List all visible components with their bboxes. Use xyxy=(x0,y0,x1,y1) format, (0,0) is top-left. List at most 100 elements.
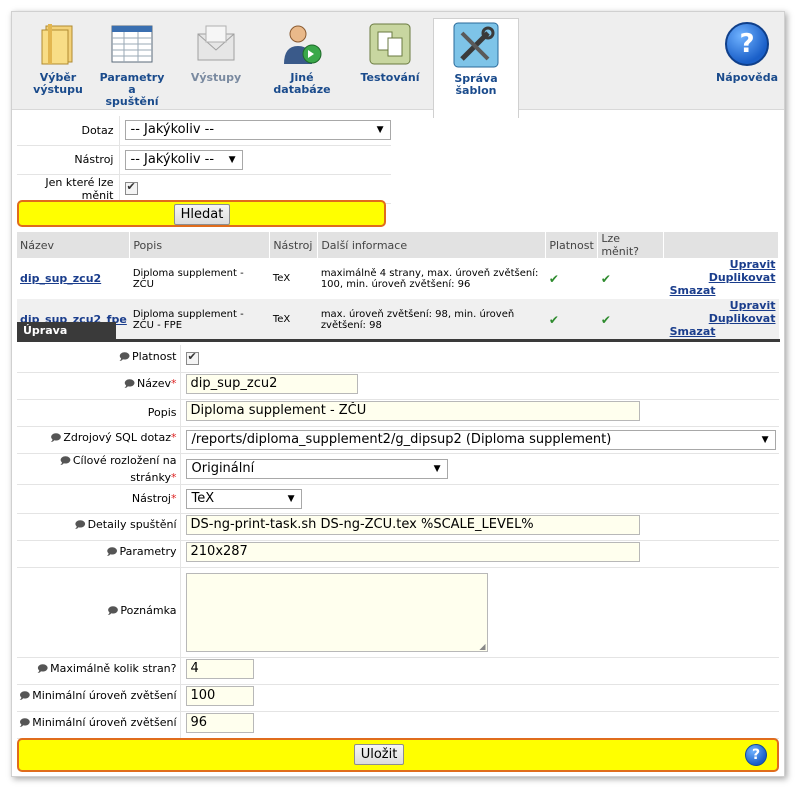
duplicate-link[interactable]: Duplikovat xyxy=(709,312,776,325)
comment-icon: 🗩 xyxy=(37,664,49,675)
parametry-label: Parametry xyxy=(119,545,177,558)
required-marker: * xyxy=(171,431,177,444)
app-frame: Výběr výstupu Parametry a spuštění Výstu… xyxy=(11,11,785,777)
dropdown-arrow-icon: ▼ xyxy=(761,434,769,445)
detaily-input[interactable]: DS-ng-print-task.sh DS-ng-ZCU.tex %SCALE… xyxy=(185,515,640,535)
top-nav: Výběr výstupu Parametry a spuštění Výstu… xyxy=(12,12,784,118)
nastroj-select[interactable]: TeX ▼ xyxy=(185,488,302,509)
dotaz-label: Dotaz xyxy=(17,116,119,146)
row-info: maximálně 4 strany, max. úroveň zvětšení… xyxy=(317,258,546,299)
popis-label: Popis xyxy=(147,406,177,419)
sql-select[interactable]: /reports/diploma_supplement2/g_dipsup2 (… xyxy=(185,429,776,450)
nastroj-label: Nástroj xyxy=(131,492,171,505)
layout-select[interactable]: Originální ▼ xyxy=(185,458,448,479)
help-icon: ? xyxy=(725,22,769,66)
search-button[interactable]: Hledat xyxy=(174,204,230,225)
comment-icon: 🗩 xyxy=(19,691,31,702)
envelope-icon xyxy=(197,25,235,61)
section-divider xyxy=(17,339,780,342)
nastroj-select[interactable]: -- Jakýkoliv -- ▼ xyxy=(124,149,243,170)
row-popis: Diploma supplement - ZČU xyxy=(129,258,270,299)
nav-napoveda[interactable]: ? Nápověda xyxy=(712,12,782,110)
check-icon: ✔ xyxy=(600,312,611,327)
min-zoom-input[interactable]: 100 xyxy=(185,686,254,706)
duplicate-link[interactable]: Duplikovat xyxy=(709,271,776,284)
required-marker: * xyxy=(171,470,177,484)
parametry-input[interactable]: 210x287 xyxy=(185,542,640,562)
max-pages-input[interactable]: 4 xyxy=(185,659,254,679)
check-icon: ✔ xyxy=(600,271,611,286)
nazev-label: Název xyxy=(136,377,171,390)
min-zoom-label: Minimální úroveň zvětšení xyxy=(32,716,177,729)
help-icon[interactable]: ? xyxy=(745,744,767,766)
results-table: Název Popis Nástroj Další informace Plat… xyxy=(17,232,779,340)
dotaz-select[interactable]: -- Jakýkoliv -- ▼ xyxy=(124,120,391,141)
check-icon: ✔ xyxy=(548,271,559,286)
col-platnost: Platnost xyxy=(545,232,599,258)
table-row: dip_sup_zcu2 Diploma supplement - ZČU Te… xyxy=(17,258,779,299)
editable-label: Jen které lze měnit xyxy=(17,174,119,204)
comment-icon: 🗩 xyxy=(106,547,118,558)
nav-vystupy[interactable]: Výstupy xyxy=(178,12,254,110)
popis-input[interactable]: Diploma supplement - ZČU xyxy=(185,401,640,421)
detaily-label: Detaily spuštění xyxy=(87,518,177,531)
poznamka-label: Poznámka xyxy=(120,603,177,617)
nastroj-label: Nástroj xyxy=(17,145,119,175)
nav-parametry[interactable]: Parametry a spuštění xyxy=(94,12,170,110)
col-nastroj: Nástroj xyxy=(269,232,319,258)
sql-label: Zdrojový SQL dotaz xyxy=(63,431,171,444)
comment-icon: 🗩 xyxy=(107,605,119,617)
required-marker: * xyxy=(171,492,177,505)
comment-icon: 🗩 xyxy=(59,455,71,467)
dropdown-arrow-icon: ▼ xyxy=(228,154,236,165)
max-pages-label: Maximálně kolik stran? xyxy=(50,662,177,675)
check-icon: ✔ xyxy=(548,312,559,327)
comment-icon: 🗩 xyxy=(74,520,86,531)
col-lze-menit: Lze měnit? xyxy=(597,232,665,258)
section-title: Úprava šablony xyxy=(17,322,116,355)
editable-checkbox[interactable]: ✔ xyxy=(124,180,138,196)
delete-link[interactable]: Smazat xyxy=(670,284,716,297)
spreadsheet-icon xyxy=(111,25,153,63)
search-form: Dotaz -- Jakýkoliv -- ▼ Nástroj -- Jakýk… xyxy=(17,116,391,204)
min-zoom-label: Minimální úroveň zvětšení xyxy=(32,689,177,702)
check-icon: ✔ xyxy=(187,350,197,363)
edit-link[interactable]: Upravit xyxy=(730,299,776,312)
platnost-checkbox[interactable]: ✔ xyxy=(185,350,199,365)
min-zoom-input[interactable]: 96 xyxy=(185,713,254,733)
edit-link[interactable]: Upravit xyxy=(730,258,776,271)
resize-handle-icon[interactable]: ◢ xyxy=(479,642,485,651)
col-popis: Popis xyxy=(129,232,271,258)
tools-icon xyxy=(453,22,499,68)
col-actions xyxy=(663,232,779,258)
edit-form: 🗩 Platnost ✔ 🗩 Název* dip_sup_zcu2 Popis D… xyxy=(17,345,779,739)
nav-jine-databaze[interactable]: Jiné databáze xyxy=(264,12,340,110)
layout-label: Cílové rozložení na stránky xyxy=(72,453,177,484)
comment-icon: 🗩 xyxy=(118,351,130,363)
row-nastroj: TeX xyxy=(269,299,318,340)
nav-sprava-sablon[interactable]: Správa šablon xyxy=(433,18,519,118)
comment-icon: 🗩 xyxy=(50,433,62,444)
user-arrow-icon xyxy=(284,25,322,64)
required-marker: * xyxy=(171,377,177,390)
col-info: Další informace xyxy=(317,232,547,258)
poznamka-textarea[interactable]: ◢ xyxy=(185,572,488,652)
nav-vyber-vystupu[interactable]: Výběr výstupu xyxy=(18,12,98,110)
row-name-link[interactable]: dip_sup_zcu2 xyxy=(20,272,101,285)
save-button[interactable]: Uložit xyxy=(354,744,404,765)
platnost-label: Platnost xyxy=(132,349,177,363)
dropdown-arrow-icon: ▼ xyxy=(287,493,295,504)
folder-icon xyxy=(41,24,73,65)
col-nazev: Název xyxy=(17,232,131,258)
row-popis: Diploma supplement - ZČU - FPE xyxy=(129,299,270,340)
row-info: max. úroveň zvětšení: 98, min. úroveň zv… xyxy=(317,299,546,340)
copy-docs-icon xyxy=(369,23,411,65)
nazev-input[interactable]: dip_sup_zcu2 xyxy=(185,374,358,394)
table-row: dip_sup_zcu2_fpe Diploma supplement - ZČ… xyxy=(17,299,779,340)
nav-testovani[interactable]: Testování xyxy=(352,12,428,110)
dropdown-arrow-icon: ▼ xyxy=(376,125,384,136)
check-icon: ✔ xyxy=(126,180,136,194)
delete-link[interactable]: Smazat xyxy=(670,325,716,338)
comment-icon: 🗩 xyxy=(123,379,135,390)
row-nastroj: TeX xyxy=(269,258,318,299)
